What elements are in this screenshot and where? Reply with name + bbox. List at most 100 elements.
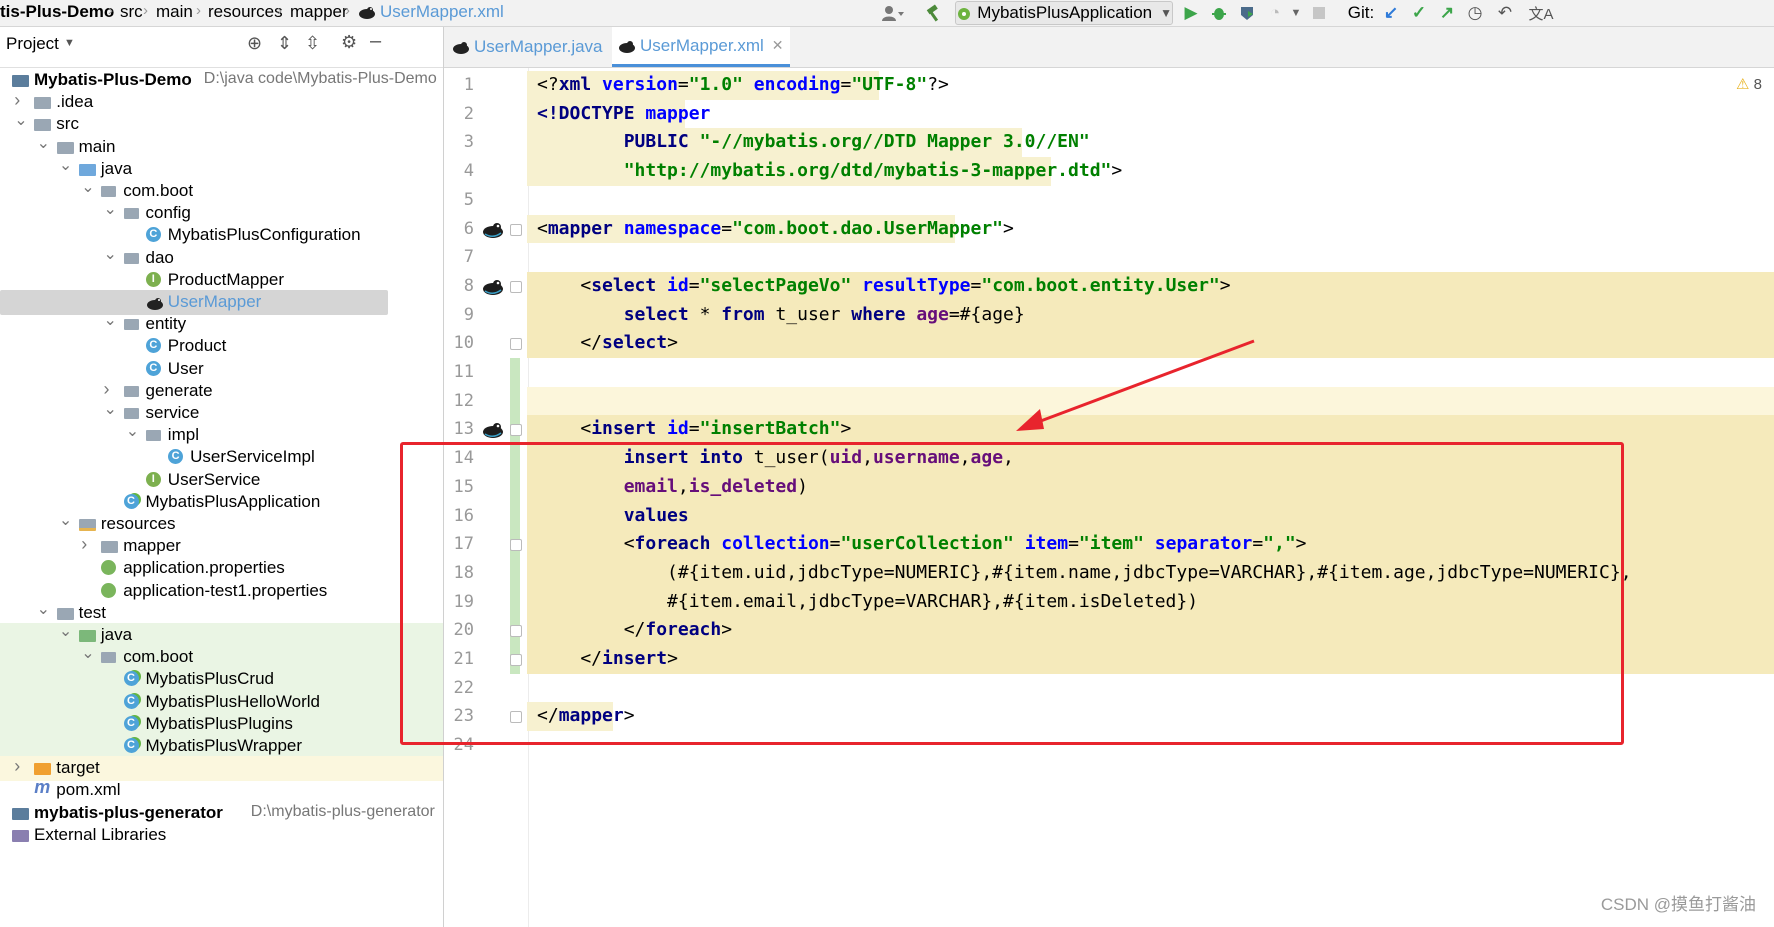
git-update-icon[interactable]: ↙ [1380, 0, 1402, 26]
chevron-down-icon[interactable]: ⌄ [81, 177, 95, 197]
tree-item-label: MybatisPlusHelloWorld [145, 691, 320, 711]
library-icon [12, 829, 29, 842]
code-token: "http://mybatis.org/dtd/mybatis-3-mapper… [623, 160, 1112, 182]
code-token: < [537, 217, 548, 239]
collapse-all-icon[interactable]: ⇳ [305, 33, 320, 54]
chevron-down-icon[interactable]: ⌄ [104, 399, 118, 419]
tree-item-label: dao [145, 247, 174, 267]
code-token: <? [537, 74, 559, 95]
code-token: <!DOCTYPE [537, 102, 646, 124]
code-token: > [840, 418, 852, 440]
run-icon[interactable]: ▶ [1180, 0, 1202, 26]
line-number: 10 [453, 333, 474, 354]
breadcrumb-separator-icon: › [277, 2, 282, 19]
breadcrumb-resources[interactable]: resources [208, 2, 283, 22]
class-icon: C [145, 360, 161, 376]
chevron-right-icon[interactable]: › [81, 534, 95, 555]
chevron-down-icon[interactable]: ⌄ [37, 599, 51, 619]
tree-item[interactable]: › External Libraries [0, 823, 443, 848]
chevron-down-icon[interactable]: ⌄ [104, 310, 118, 330]
rollback-icon[interactable]: ↶ [1494, 0, 1516, 26]
expand-all-icon[interactable]: ⇕ [277, 33, 292, 54]
code-token: ?> [927, 74, 949, 95]
chevron-down-icon[interactable]: ⌄ [59, 510, 73, 530]
folder-icon [34, 119, 52, 132]
chevron-right-icon[interactable]: › [14, 90, 28, 111]
coverage-icon[interactable] [1236, 0, 1258, 26]
locate-icon[interactable]: ⊕ [247, 33, 262, 54]
code-token: from [721, 303, 776, 325]
mybatis-icon [619, 40, 635, 53]
code-token: "-//mybatis.org//DTD Mapper 3.0//EN" [699, 131, 1090, 153]
warning-indicator[interactable]: ⚠ 8 [1736, 75, 1762, 93]
chevron-down-icon[interactable]: ⌄ [59, 155, 73, 175]
tab-usermapper-java[interactable]: UserMapper.java ✕ [452, 27, 622, 67]
history-icon[interactable]: ◷ [1464, 0, 1486, 26]
breadcrumb-project[interactable]: tis-Plus-Demo [0, 2, 114, 22]
code-token: "com.boot.entity.User" [981, 274, 1220, 296]
gear-icon[interactable]: ⚙ [341, 32, 357, 53]
minimize-icon[interactable]: – [370, 30, 381, 53]
chevron-down-icon[interactable]: ▼ [64, 37, 75, 49]
debug-icon[interactable] [1208, 0, 1230, 26]
tree-item-label: External Libraries [34, 824, 167, 844]
breadcrumb-src[interactable]: src [120, 2, 143, 22]
line-number: 7 [463, 247, 474, 268]
code-line: <?xml version="1.0" encoding="UTF-8"?> [537, 69, 949, 101]
build-hammer-icon[interactable] [920, 0, 948, 26]
project-view-select[interactable]: Project [6, 34, 59, 54]
code-token: * [699, 303, 722, 325]
tree-item-label: com.boot [123, 647, 194, 667]
chevron-down-icon[interactable]: ⌄ [104, 244, 118, 264]
chevron-down-icon[interactable]: ⌄ [37, 133, 51, 153]
chevron-right-icon[interactable]: › [0, 801, 6, 822]
fold-marker-icon[interactable] [510, 424, 522, 437]
run-configuration-select[interactable]: MybatisPlusApplication ▼ [955, 1, 1173, 25]
profile-icon[interactable]: ◔ [1264, 0, 1286, 26]
tab-usermapper-xml[interactable]: UserMapper.xml ✕ [612, 27, 790, 67]
spring-class-icon: C [123, 493, 139, 509]
fold-marker-icon[interactable] [510, 280, 522, 293]
tree-item-label: mapper [123, 536, 181, 556]
tab-label: UserMapper.java [474, 37, 603, 56]
line-number: 5 [463, 189, 474, 210]
user-icon[interactable] [872, 0, 912, 26]
git-push-icon[interactable]: ↗ [1436, 0, 1458, 26]
fold-marker-icon[interactable] [510, 223, 522, 236]
code-token: resultType [862, 274, 971, 296]
chevron-right-icon[interactable]: › [104, 379, 118, 400]
code-token: select [591, 274, 668, 296]
chevron-down-icon[interactable]: ⌄ [81, 643, 95, 663]
chevron-down-icon[interactable]: ⌄ [104, 199, 118, 219]
code-line: "http://mybatis.org/dtd/mybatis-3-mapper… [537, 155, 1123, 187]
git-commit-icon[interactable]: ✓ [1408, 0, 1430, 26]
stop-icon[interactable] [1308, 0, 1330, 26]
chevron-right-icon[interactable]: › [0, 823, 6, 844]
code-token: = [688, 274, 700, 296]
tree-item-label: target [56, 758, 100, 778]
class-icon: C [168, 449, 184, 465]
fold-marker-icon[interactable] [510, 338, 522, 351]
close-icon[interactable]: ✕ [772, 37, 784, 54]
tree-item-label: com.boot [123, 181, 194, 200]
mybatis-navigate-icon[interactable] [482, 421, 504, 439]
chevron-down-icon[interactable]: ⌄ [59, 621, 73, 641]
tab-label: UserMapper.xml [640, 35, 764, 55]
code-token: > [1111, 160, 1123, 182]
translate-icon[interactable]: 文A [1528, 0, 1554, 26]
mybatis-navigate-icon[interactable] [482, 221, 504, 239]
breadcrumb-file[interactable]: UserMapper.xml [380, 2, 504, 22]
tree-item-label: application-test1.properties [123, 580, 328, 600]
chevron-down-icon[interactable]: ⌄ [126, 421, 140, 441]
breadcrumb-mapper[interactable]: mapper [290, 2, 348, 22]
mybatis-navigate-icon[interactable] [482, 278, 504, 296]
chevron-down-icon[interactable]: ⌄ [14, 110, 28, 130]
chevron-down-icon[interactable]: ▼ [1288, 0, 1304, 26]
code-token: "selectPageVo" [699, 274, 863, 296]
tree-item-label: UserServiceImpl [190, 447, 315, 467]
breadcrumb-main[interactable]: main [156, 2, 193, 22]
tree-item-label: test [78, 602, 106, 622]
tree-item-label: .idea [56, 92, 94, 112]
chevron-right-icon[interactable]: › [14, 756, 28, 777]
code-token: where [851, 303, 917, 325]
